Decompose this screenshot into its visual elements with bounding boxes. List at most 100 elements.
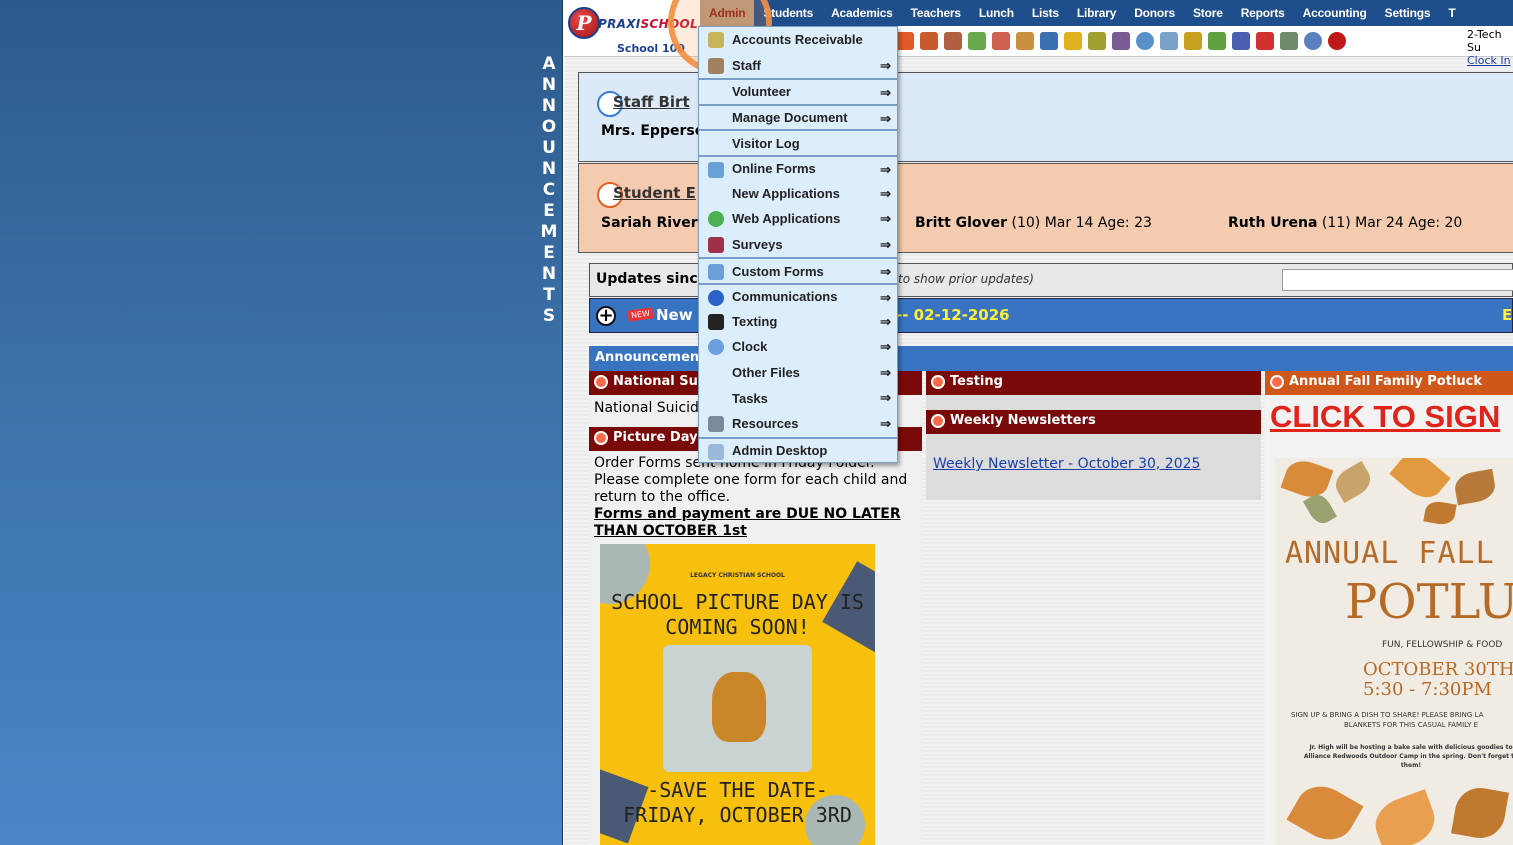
expand-plus-icon[interactable]: + (596, 306, 616, 326)
submenu-arrow-icon: ⇒ (880, 415, 891, 431)
weekly-newsletter-link[interactable]: Weekly Newsletter - October 30, 2025 (933, 456, 1200, 473)
announcement-icon (594, 375, 608, 389)
potluck-detail-line: BLANKETS FOR THIS CASUAL FAMILY E (1343, 721, 1479, 729)
family-icon[interactable] (992, 32, 1010, 50)
menu-item-label: Staff (732, 57, 761, 73)
nav-donors[interactable]: Donors (1125, 0, 1184, 26)
pencil-icon[interactable] (1064, 32, 1082, 50)
menu-item-manage-document[interactable]: Manage Document ⇒ (699, 103, 897, 130)
menu-item-web-applications[interactable]: Web Applications ⇒ (699, 206, 897, 232)
student-icon[interactable] (944, 32, 962, 50)
nav-t[interactable]: T (1439, 0, 1464, 26)
html-icon (708, 161, 724, 178)
student-birthday-name: Sariah Rivera (601, 215, 708, 231)
picture-day-line: return to the office. (594, 489, 731, 505)
student-birthday-name: Britt Glover (915, 215, 1008, 231)
menu-item-volunteer[interactable]: Volunteer ⇒ (699, 78, 897, 104)
student-birthday-detail: (10) Mar 14 Age: 23 (1011, 215, 1152, 231)
menu-item-staff[interactable]: Staff ⇒ (699, 53, 897, 79)
menu-item-new-applications[interactable]: New Applications ⇒ (699, 181, 897, 207)
pdf-icon[interactable] (1256, 32, 1274, 50)
student-birthdays-title[interactable]: Student E (613, 184, 696, 202)
student-birthday-entry: Britt Glover (10) Mar 14 Age: 23 (915, 215, 1152, 231)
staff-birthday-name: Mrs. Eppersor (601, 123, 712, 139)
phone-icon (708, 313, 724, 330)
poster-title: SCHOOL PICTURE DAY IS COMING SOON! (600, 590, 875, 640)
submenu-arrow-icon: ⇒ (880, 339, 891, 355)
menu-item-label: Tasks (732, 390, 768, 406)
menu-item-label: Online Forms (732, 161, 816, 177)
help-icon[interactable] (1304, 32, 1322, 50)
leaf-decoration (1451, 784, 1509, 842)
nav-library[interactable]: Library (1068, 0, 1125, 26)
nav-academics[interactable]: Academics (822, 0, 902, 26)
announcement-title-weekly-newsletters[interactable]: Weekly Newsletters (926, 410, 1261, 434)
picture-day-due-line: THAN OCTOBER 1st (594, 523, 747, 539)
ap-icon[interactable] (1232, 32, 1250, 50)
clock-in-link[interactable]: Clock In (1467, 54, 1513, 67)
click-to-sign-up-link[interactable]: CLICK TO SIGN (1270, 399, 1500, 435)
picture-day-line: Please complete one form for each child … (594, 472, 908, 488)
cash-icon[interactable] (1280, 32, 1298, 50)
leaf-decoration (1452, 468, 1498, 506)
menu-item-resources[interactable]: Resources ⇒ (699, 411, 897, 437)
menu-item-other-files[interactable]: Other Files ⇒ (699, 360, 897, 386)
poster-save-line: FRIDAY, OCTOBER 3RD (623, 803, 852, 827)
clock-icon[interactable] (1136, 32, 1154, 50)
nav-store[interactable]: Store (1184, 0, 1232, 26)
card-icon[interactable] (1184, 32, 1202, 50)
bakesale-line: Jr. High will be hosting a bake sale wit… (1309, 744, 1513, 751)
html-icon (708, 264, 724, 281)
announcement-title-testing[interactable]: Testing (926, 371, 1261, 395)
receivable-icon (708, 32, 724, 48)
nav-teachers[interactable]: Teachers (902, 0, 970, 26)
menu-item-label: Web Applications (732, 211, 841, 227)
menu-item-visitor-log[interactable]: Visitor Log (699, 129, 897, 155)
nav-reports[interactable]: Reports (1232, 0, 1294, 26)
printer-icon[interactable] (1208, 32, 1226, 50)
nav-lists[interactable]: Lists (1023, 0, 1068, 26)
nav-settings[interactable]: Settings (1376, 0, 1440, 26)
new-updates-date: -- 02-12-2026 (896, 306, 1010, 324)
staff-icon[interactable] (920, 32, 938, 50)
menu-item-label: Visitor Log (732, 135, 800, 151)
menu-item-communications[interactable]: Communications ⇒ (699, 282, 897, 309)
announcement-title-fall-potluck[interactable]: Annual Fall Family Potluck (1265, 371, 1513, 395)
menu-item-admin-desktop[interactable]: Admin Desktop (699, 436, 897, 463)
staff-icon (708, 57, 724, 74)
menu-item-surveys[interactable]: Surveys ⇒ (699, 232, 897, 258)
menu-item-online-forms[interactable]: Online Forms ⇒ (699, 154, 897, 181)
updates-search-input[interactable] (1282, 269, 1513, 291)
menu-item-label: Admin Desktop (732, 442, 828, 458)
vertical-letter: T (543, 285, 555, 305)
potluck-poster-tagline: FUN, FELLOWSHIP & FOOD (1382, 640, 1503, 650)
submenu-arrow-icon: ⇒ (880, 57, 891, 73)
nav-accounting[interactable]: Accounting (1294, 0, 1376, 26)
menu-item-custom-forms[interactable]: Custom Forms ⇒ (699, 257, 897, 283)
menu-item-clock[interactable]: Clock ⇒ (699, 334, 897, 360)
leaf-decoration (1280, 458, 1334, 503)
vertical-letter: E (543, 201, 555, 221)
menu-item-label: Custom Forms (732, 263, 824, 279)
person-icon[interactable] (1112, 32, 1130, 50)
menu-item-texting[interactable]: Texting ⇒ (699, 309, 897, 335)
vertical-letter: N (541, 96, 557, 116)
calendar-icon[interactable] (1160, 32, 1178, 50)
staff-birthdays-title[interactable]: Staff Birt (613, 93, 690, 111)
forward-icon[interactable] (1088, 32, 1106, 50)
money-icon[interactable] (968, 32, 986, 50)
lion-image (712, 672, 766, 742)
menu-item-accounts-receivable[interactable]: Accounts Receivable (699, 27, 897, 53)
nav-lunch[interactable]: Lunch (970, 0, 1023, 26)
leaf-decoration (1286, 776, 1364, 845)
menu-item-tasks[interactable]: Tasks ⇒ (699, 385, 897, 411)
megaphone-icon[interactable] (896, 32, 914, 50)
vertical-letter: C (542, 180, 556, 200)
leaf-decoration (1389, 458, 1451, 506)
book-icon[interactable] (1040, 32, 1058, 50)
staff-birthday-entry: Mrs. Eppersor (601, 123, 711, 139)
power-icon[interactable] (1328, 32, 1346, 50)
lunch-icon[interactable] (1016, 32, 1034, 50)
new-updates-label: New I (656, 306, 704, 324)
menu-item-label: Manage Document (732, 110, 848, 126)
